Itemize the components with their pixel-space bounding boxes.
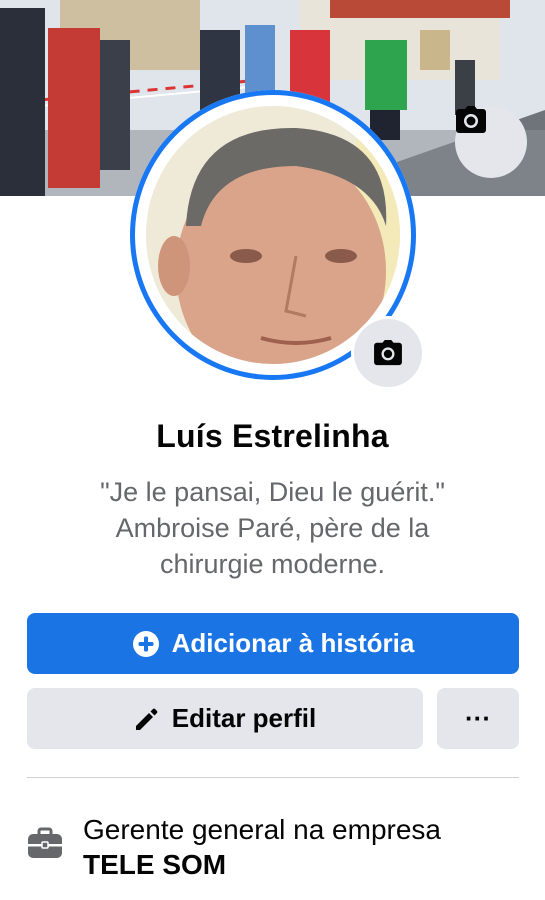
work-company[interactable]: TELE SOM [83,847,441,882]
bio-line: "Je le pansai, Dieu le guérit." [100,477,445,507]
camera-icon [374,340,402,366]
bio-line: Ambroise Paré, père de la [115,513,430,543]
more-options-button[interactable]: ··· [437,688,519,749]
cover-camera-button[interactable] [455,106,527,178]
bio-line: chirurgie moderne. [159,549,386,579]
work-prefix: Gerente general na empresa [83,814,441,845]
profile-camera-button[interactable] [351,316,425,390]
plus-circle-icon [132,630,160,658]
add-to-story-label: Adicionar à história [171,628,415,658]
briefcase-icon [28,827,62,858]
profile-name: Luís Estrelinha [156,418,389,454]
profile-bio: "Je le pansai, Dieu le guérit." Ambroise… [40,474,505,582]
work-detail: Gerente general na empresa TELE SOM [27,812,527,882]
add-to-story-button[interactable]: Adicionar à história [27,613,519,674]
camera-icon [456,106,486,133]
edit-profile-label: Editar perfil [171,703,317,733]
more-icon: ··· [465,703,491,733]
edit-profile-button[interactable]: Editar perfil [27,688,423,749]
divider [27,777,519,778]
work-text: Gerente general na empresa TELE SOM [83,812,441,882]
pencil-icon [134,706,160,732]
